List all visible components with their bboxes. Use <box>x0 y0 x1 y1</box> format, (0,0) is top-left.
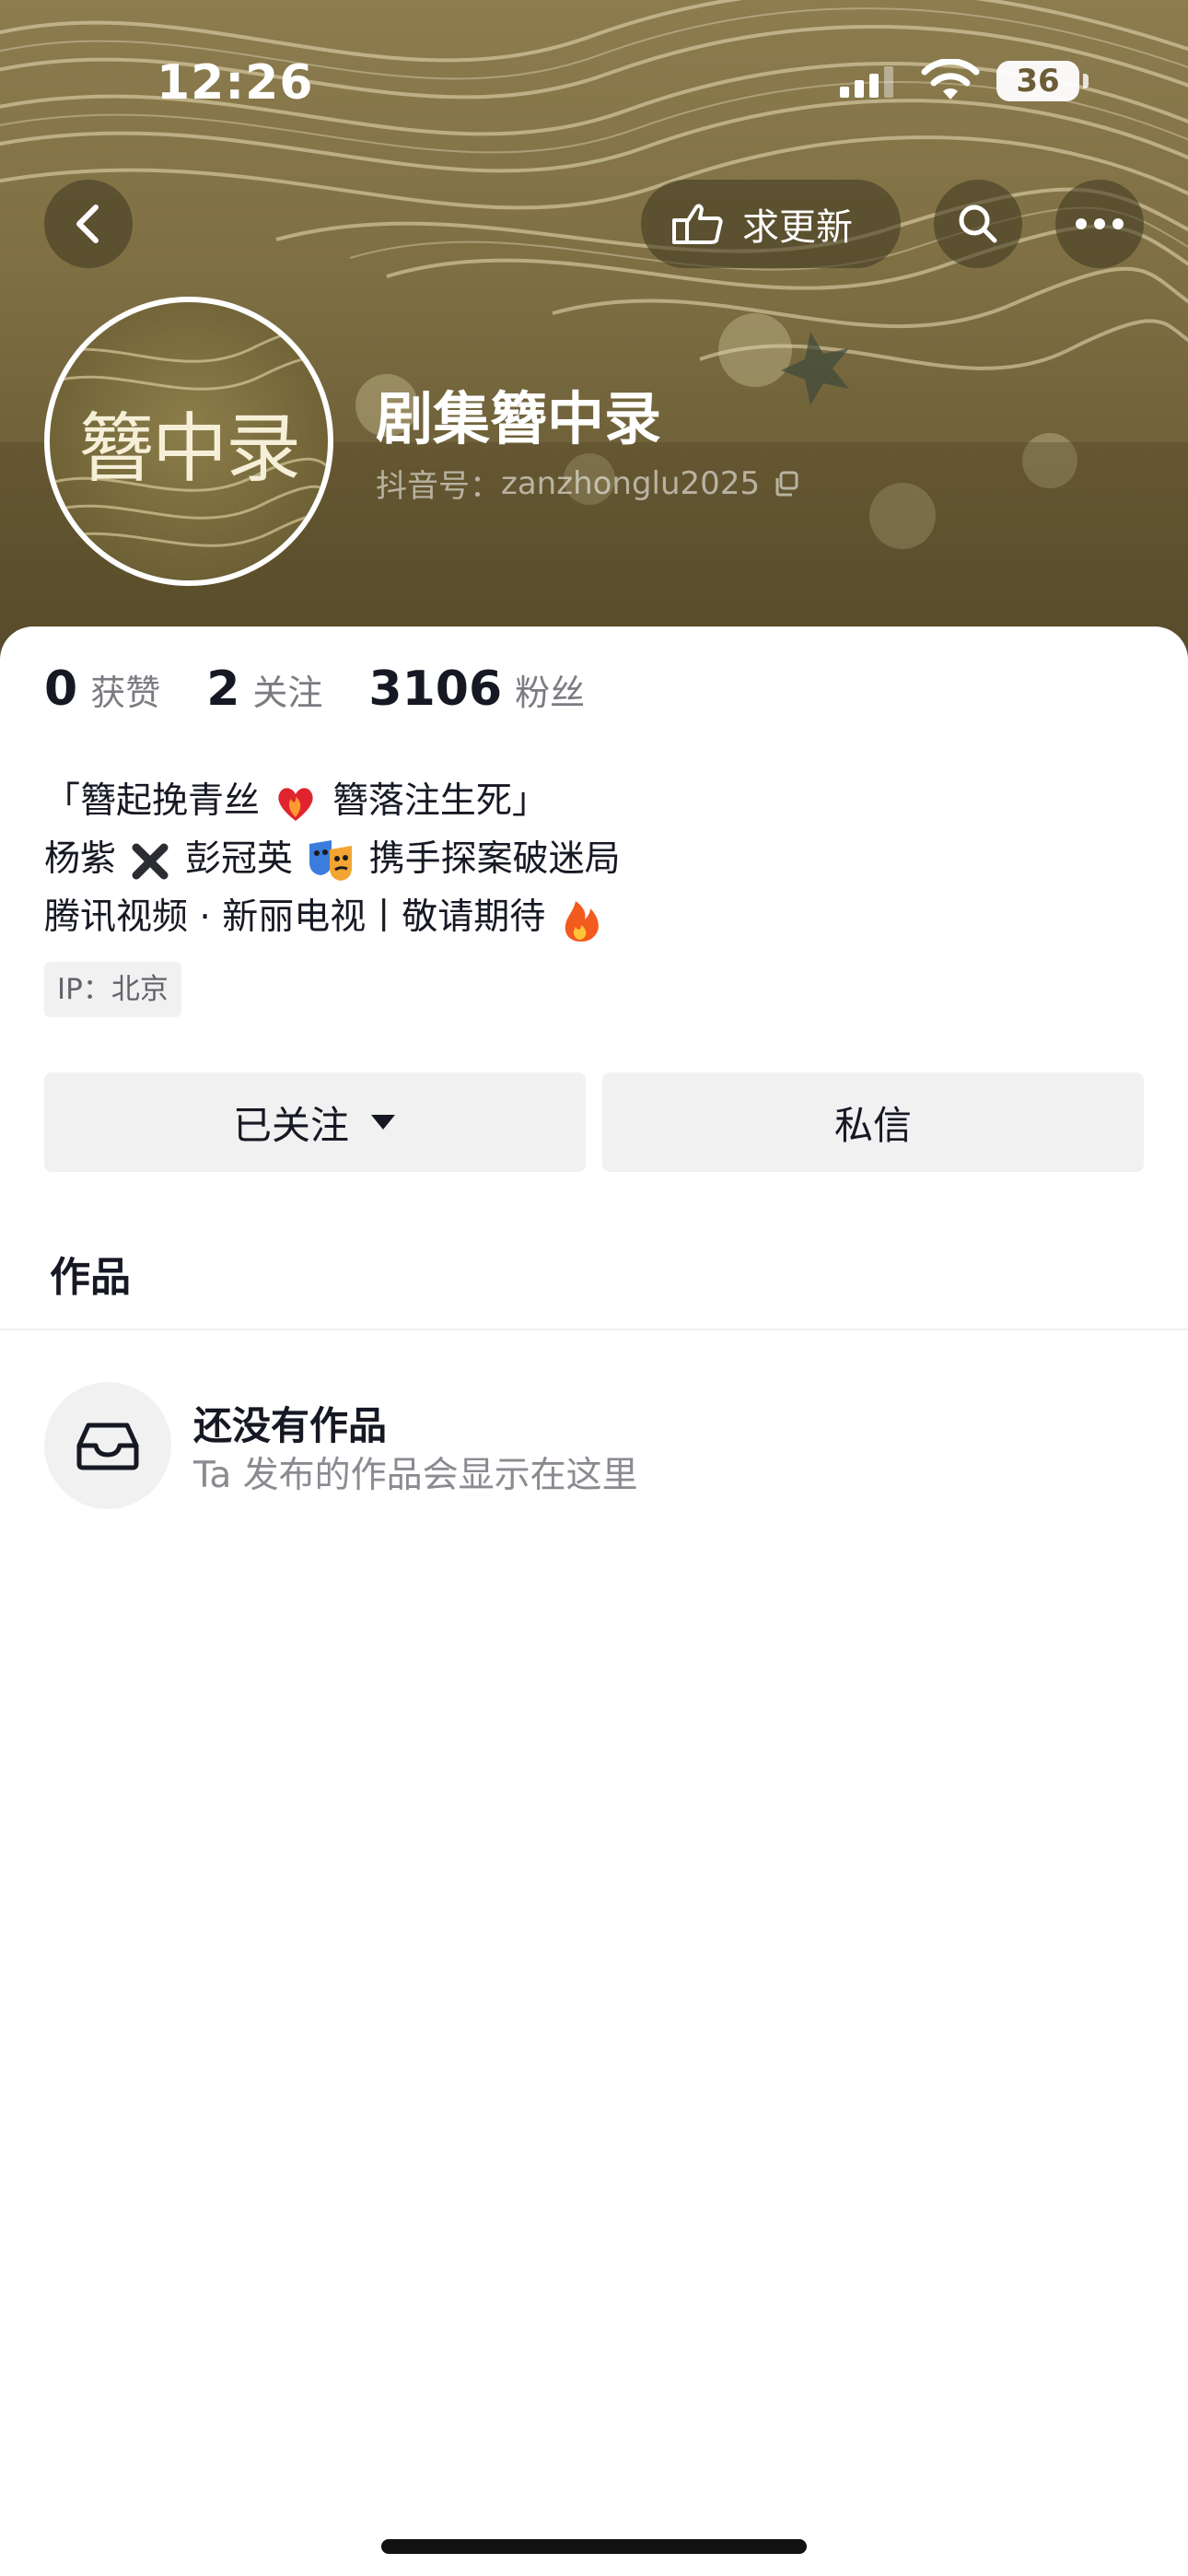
caret-down-icon <box>371 1115 395 1130</box>
bio-line-3: 腾讯视频 · 新丽电视丨敬请期待 <box>44 888 621 946</box>
message-button-label: 私信 <box>833 1102 912 1148</box>
fire-emoji-icon <box>565 900 599 942</box>
bio-line-3-text: 腾讯视频 · 新丽电视丨敬请期待 <box>44 896 546 938</box>
ip-location-tag: IP：北京 <box>44 962 181 1017</box>
bio-line-2: 杨紫 彭冠英 携手探案破迷局 <box>44 830 621 888</box>
tab-works[interactable]: 作品 <box>50 1244 131 1303</box>
empty-state-icon-wrap <box>44 1382 171 1509</box>
home-indicator[interactable] <box>381 2539 807 2554</box>
more-button[interactable] <box>1055 180 1144 268</box>
search-icon <box>959 205 997 243</box>
empty-state-title: 还没有作品 <box>193 1403 388 1448</box>
copy-icon[interactable] <box>773 470 800 498</box>
heart-fire-emoji-icon <box>278 787 314 821</box>
profile-stats: 0 获赞 2 关注 3106 粉丝 <box>44 662 631 735</box>
cross-mark-icon <box>132 843 169 879</box>
avatar[interactable]: 簪中录 <box>44 297 333 586</box>
more-icon <box>1076 218 1124 229</box>
back-icon <box>76 205 99 243</box>
stat-likes-count: 0 <box>44 662 78 717</box>
following-button-label: 已关注 <box>232 1102 349 1148</box>
request-update-label: 求更新 <box>742 206 853 249</box>
stat-following-label: 关注 <box>252 673 323 713</box>
profile-id-label: 抖音号： <box>376 468 501 505</box>
bio-line-1-start: 「簪起挽青丝 <box>44 780 261 822</box>
stat-followers[interactable]: 3106 粉丝 <box>368 662 585 717</box>
bio-line-1: 「簪起挽青丝 簪落注生死」 <box>44 772 621 830</box>
empty-state-subtitle: Ta 发布的作品会显示在这里 <box>193 1455 638 1496</box>
bio-line-1-end: 簪落注生死」 <box>332 780 548 822</box>
stat-followers-label: 粉丝 <box>515 673 586 713</box>
back-button[interactable] <box>44 180 133 268</box>
tab-divider <box>0 1329 1188 1330</box>
bio-line-2-start: 杨紫 <box>44 838 117 880</box>
inbox-icon <box>76 1423 139 1470</box>
profile-page: 12:26 36 求更新 簪中录 剧集簪中录 抖音号： zanzhonglu20… <box>0 0 1188 2576</box>
status-time: 12:26 <box>157 55 314 111</box>
request-update-button[interactable]: 求更新 <box>641 180 901 268</box>
profile-id-row[interactable]: 抖音号： zanzhonglu2025 <box>376 461 800 506</box>
stat-following[interactable]: 2 关注 <box>206 662 322 717</box>
following-button[interactable]: 已关注 <box>44 1072 586 1172</box>
battery-indicator: 36 <box>996 61 1079 101</box>
hand-icon <box>672 204 723 244</box>
profile-banner: 12:26 36 求更新 簪中录 剧集簪中录 抖音号： zanzhonglu20… <box>0 0 1188 663</box>
stat-following-count: 2 <box>206 662 240 717</box>
wifi-icon <box>921 59 980 100</box>
bio-line-2-middle: 彭冠英 <box>184 838 293 880</box>
stat-followers-count: 3106 <box>368 662 503 717</box>
message-button[interactable]: 私信 <box>602 1072 1144 1172</box>
search-button[interactable] <box>934 180 1022 268</box>
performing-arts-emoji-icon <box>309 839 353 881</box>
battery-tip <box>1083 74 1089 88</box>
stat-likes-label: 获赞 <box>90 673 161 713</box>
avatar-text: 簪中录 <box>77 404 301 493</box>
profile-name: 剧集簪中录 <box>376 385 662 452</box>
profile-id-value: zanzhonglu2025 <box>501 464 761 502</box>
profile-bio: 「簪起挽青丝 簪落注生死」 杨紫 彭冠英 携手探案破迷局 腾讯视频 · 新丽电视… <box>44 772 621 946</box>
stat-likes[interactable]: 0 获赞 <box>44 662 160 717</box>
cellular-signal-icon <box>840 66 893 98</box>
bio-line-2-end: 携手探案破迷局 <box>368 838 621 880</box>
